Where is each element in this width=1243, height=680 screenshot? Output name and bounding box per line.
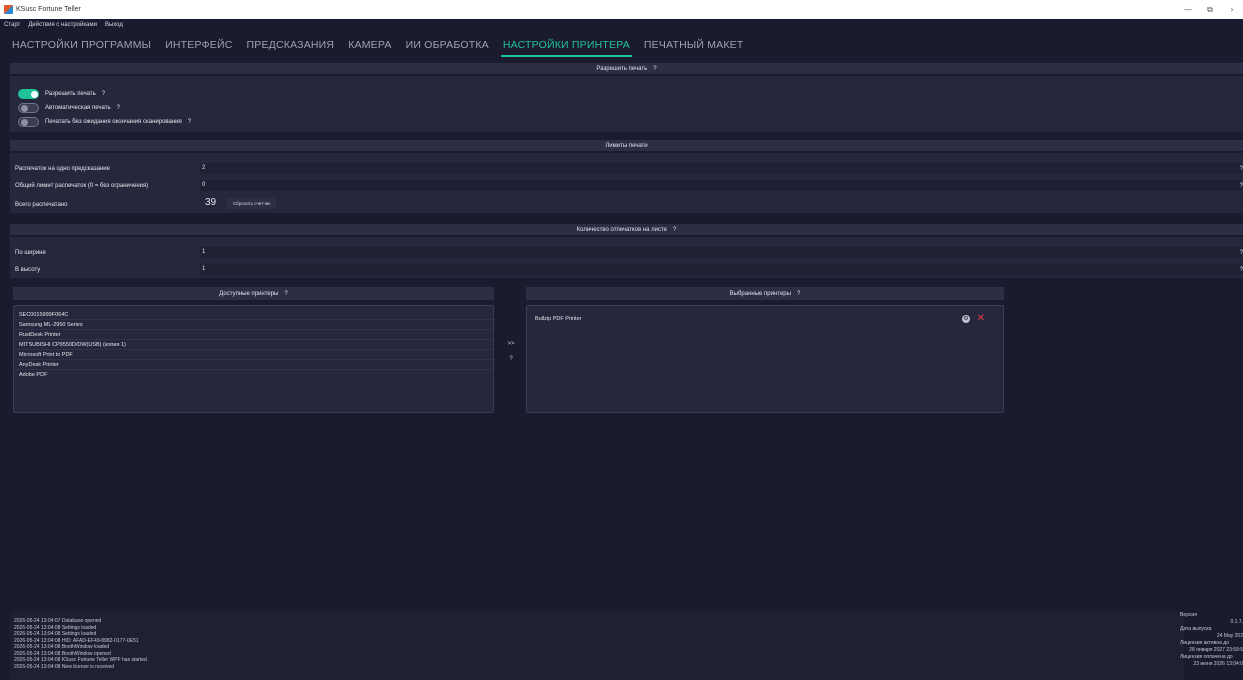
minimize-icon[interactable]: — [1177,5,1199,14]
app-icon [4,5,13,14]
per-prediction-row: Распечаток на одно предсказание 2 ? [15,163,1243,174]
menu-settings-actions[interactable]: Действия с настройками [28,22,97,28]
per-prediction-help-icon[interactable]: ? [1240,166,1243,172]
tab-print-layout[interactable]: ПЕЧАТНЫЙ МАКЕТ [642,39,746,57]
list-item[interactable]: Microsoft Print to PDF [14,350,493,360]
list-item[interactable]: Bullzip PDF Printer [527,314,1003,324]
tab-predictions[interactable]: ПРЕДСКАЗАНИЯ [245,39,337,57]
list-item[interactable]: Adobe PDF [14,370,493,380]
toggle-knob [31,90,38,98]
available-printers-list: SEC0015999F064C Samsung ML-2950 Series R… [13,305,494,413]
toggle-knob [21,104,28,112]
maximize-icon[interactable]: ⧉ [1199,5,1221,15]
sheet-width-input[interactable]: 1 [200,247,1242,258]
version-value: 0.1.7. [1230,619,1243,625]
allow-print-toggle[interactable] [18,88,39,99]
license-paid-label: Лицензия оплачена до [1180,654,1233,660]
toggle-row-no-wait: Печатать без ожидания окончания сканиров… [18,116,191,127]
sheet-height-input[interactable]: 1 [200,264,1242,275]
release-value: 24 May 202 [1216,633,1243,639]
sheet-height-help-icon[interactable]: ? [1240,267,1243,273]
auto-print-help-icon[interactable]: ? [117,105,120,111]
sheet-height-label: В высоту [15,266,41,273]
list-item[interactable]: RustDesk Printer [14,330,493,340]
selected-printers-title: Выбранные принтеры [729,290,791,297]
window-title: KSusc Fortune Teller [16,6,81,13]
list-item[interactable]: AnyDesk Printer [14,360,493,370]
tab-ai-processing[interactable]: ИИ ОБРАБОТКА [404,39,491,57]
no-wait-print-label: Печатать без ожидания окончания сканиров… [45,118,182,125]
print-section-body [10,76,1243,132]
move-help-icon[interactable]: ? [505,356,517,362]
no-wait-print-help-icon[interactable]: ? [188,119,191,125]
print-section-header: Разрешить печать ? [10,63,1243,74]
release-label: Дата выпуска [1180,626,1212,632]
sheet-section-header: Количество отпечатков на листе ? [10,224,1243,235]
log-line: 2026-05-24 13:04:08 New license is recei… [14,663,115,670]
printer-settings-icon[interactable]: ⚙ [962,315,970,323]
print-section-help-icon[interactable]: ? [653,66,656,72]
toggle-row-auto-print: Автоматическая печать ? [18,102,120,113]
menu-exit[interactable]: Выход [105,22,123,28]
available-printers-header: Доступные принтеры ? [13,287,494,300]
window-controls: — ⧉ › [1177,0,1243,19]
tab-bar: НАСТРОЙКИ ПРОГРАММЫ ИНТЕРФЕЙС ПРЕДСКАЗАН… [0,31,1243,57]
tab-camera[interactable]: КАМЕРА [346,39,393,57]
tab-interface[interactable]: ИНТЕРФЕЙС [163,39,234,57]
available-printers-title: Доступные принтеры [219,290,279,297]
selected-printers-help-icon[interactable]: ? [797,291,800,297]
toggle-knob [21,118,28,126]
version-info: Версия 0.1.7. Дата выпуска 24 May 202 Ли… [1177,612,1243,680]
total-limit-label: Общий лимит распечаток (0 = без ограниче… [15,182,149,189]
remove-printer-icon[interactable]: ✕ [977,313,985,324]
per-prediction-label: Распечаток на одно предсказание [15,165,110,172]
limits-section-title: Лимиты печати [605,142,648,149]
toggle-row-allow-print: Разрешить печать ? [18,88,105,99]
total-limit-help-icon[interactable]: ? [1240,183,1243,189]
sheet-width-help-icon[interactable]: ? [1240,250,1243,256]
list-item[interactable]: Samsung ML-2950 Series [14,320,493,330]
close-icon[interactable]: › [1221,5,1243,14]
no-wait-print-toggle[interactable] [18,116,39,127]
add-printer-button[interactable]: >> [505,341,517,347]
title-bar: KSusc Fortune Teller — ⧉ › [0,0,1243,19]
list-item[interactable]: SEC0015999F064C [14,310,493,320]
sheet-section-title: Количество отпечатков на листе [576,226,668,233]
license-active-label: Лицензия активна до [1180,640,1229,646]
tab-program-settings[interactable]: НАСТРОЙКИ ПРОГРАММЫ [10,39,153,57]
selected-printers-header: Выбранные принтеры ? [526,287,1004,300]
limits-section-header: Лимиты печати [10,140,1243,151]
log-panel: 2026-05-24 13:04:07 Database opened 2026… [10,612,1184,680]
tab-printer-settings[interactable]: НАСТРОЙКИ ПРИНТЕРА [500,39,632,57]
allow-print-help-icon[interactable]: ? [102,91,105,97]
version-label: Версия [1180,612,1197,618]
sheet-width-row: По ширине 1 ? [15,247,1243,258]
per-prediction-input[interactable]: 2 [200,163,1242,174]
sheet-section-help-icon[interactable]: ? [673,227,676,233]
menu-bar: Старт Действия с настройками Выход [0,19,1243,31]
auto-print-label: Автоматическая печать [45,104,111,111]
sheet-width-label: По ширине [15,249,46,256]
available-printers-help-icon[interactable]: ? [284,291,287,297]
print-section-title: Разрешить печать [596,65,648,72]
printed-total-row: Всего распечатано 39 Сбросить счётчик [15,197,1233,210]
allow-print-label: Разрешить печать [45,90,96,97]
printed-total-value: 39 [205,197,217,208]
list-item[interactable]: MITSUBISHI CP9550D/DW(USB) (копия 1) [14,340,493,350]
printed-total-label: Всего распечатано [15,201,68,208]
menu-start[interactable]: Старт [4,22,20,28]
sheet-height-row: В высоту 1 ? [15,264,1243,275]
move-controls: >> ? [505,341,517,362]
license-paid-value: 23 июня 2026 13:04:0 [1193,661,1243,667]
total-limit-input[interactable]: 0 [200,180,1242,191]
reset-counter-button[interactable]: Сбросить счётчик [227,198,277,209]
selected-printers-list: Bullzip PDF Printer ⚙ ✕ [526,305,1004,413]
total-limit-row: Общий лимит распечаток (0 = без ограниче… [15,180,1243,191]
license-active-value: 28 января 2027 23:59:5 [1189,647,1243,653]
auto-print-toggle[interactable] [18,102,39,113]
